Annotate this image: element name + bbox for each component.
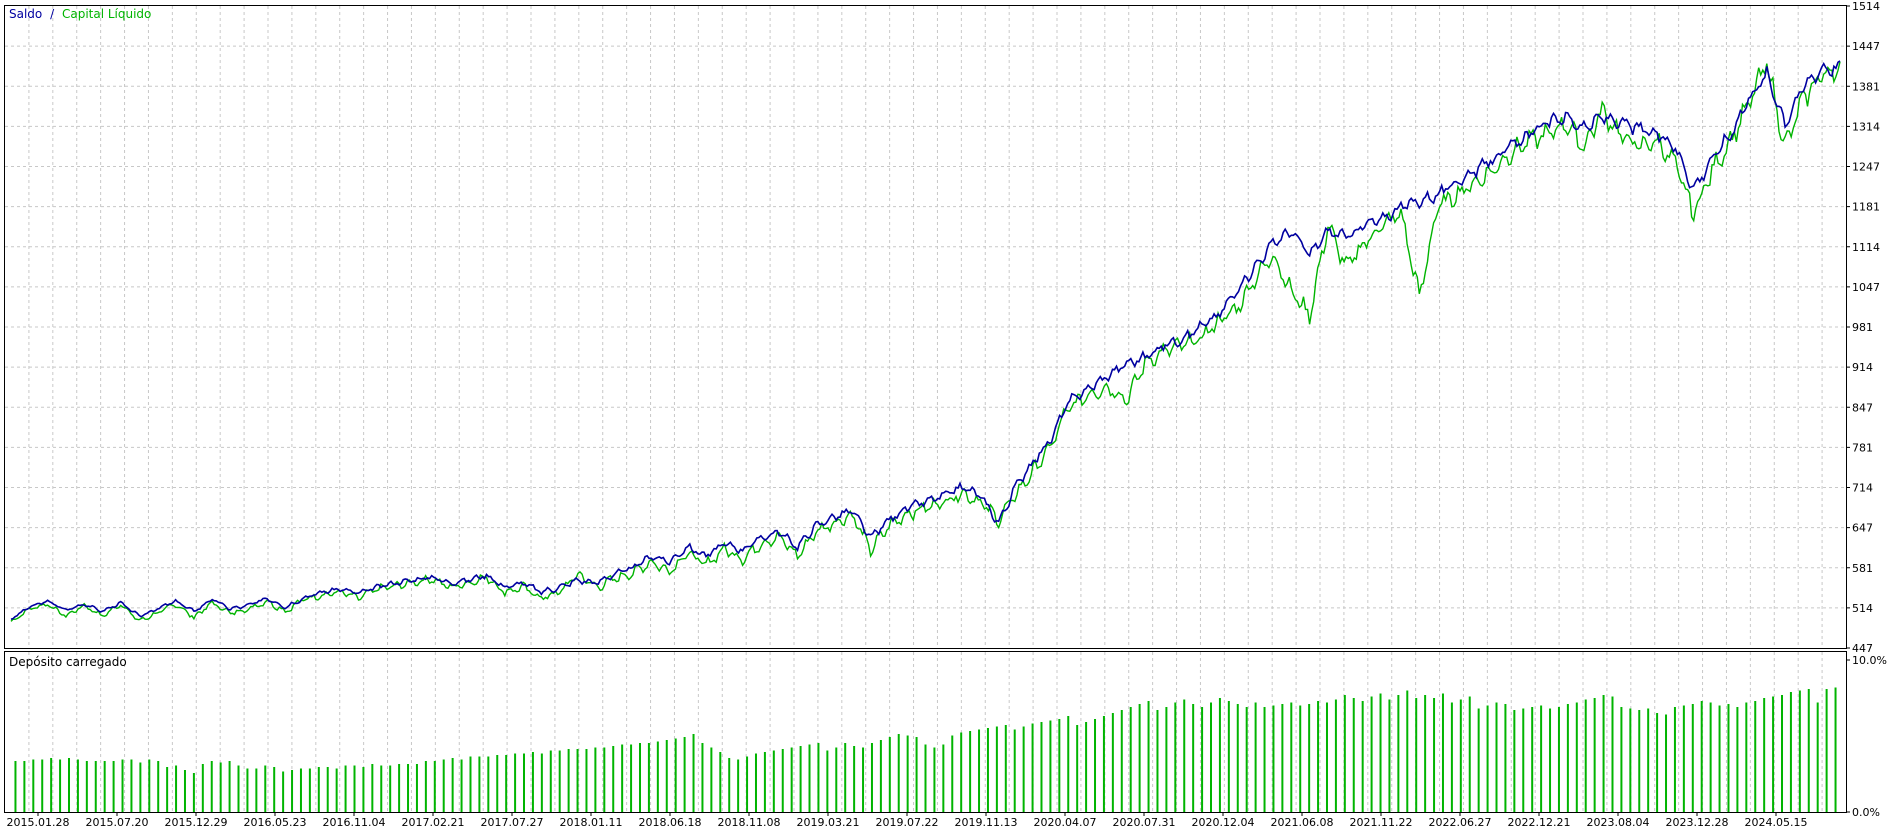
x-tick-label: 2020.12.04 bbox=[1192, 816, 1255, 828]
x-tick-label: 2022.06.27 bbox=[1429, 816, 1492, 828]
main-y-tick-label: 1314 bbox=[1852, 120, 1880, 133]
x-tick-label: 2023.12.28 bbox=[1666, 816, 1729, 828]
x-tick-label: 2018.01.11 bbox=[560, 816, 623, 828]
legend-separator: / bbox=[50, 7, 55, 21]
sub-y-tick-label: 10.0% bbox=[1852, 654, 1887, 667]
sub-y-axis: 10.0% 0.0% bbox=[1846, 654, 1887, 819]
main-y-tick-label: 781 bbox=[1852, 441, 1873, 454]
main-y-tick-label: 1047 bbox=[1852, 281, 1880, 294]
x-tick-label: 2016.11.04 bbox=[323, 816, 386, 828]
legend: Saldo / Capital Líquido bbox=[9, 7, 151, 21]
main-y-tick-label: 514 bbox=[1852, 602, 1873, 615]
main-y-tick-label: 847 bbox=[1852, 401, 1873, 414]
main-y-tick-label: 1514 bbox=[1852, 0, 1880, 13]
x-axis: 2015.01.28 2015.07.20 2015.12.29 2016.05.23… bbox=[7, 812, 1808, 828]
x-tick-label: 2024.05.15 bbox=[1745, 816, 1808, 828]
x-tick-label: 2019.11.13 bbox=[955, 816, 1018, 828]
main-y-axis: 1514 1447 1381 1314 1247 1181 1114 1047 981 914 84… bbox=[1846, 0, 1880, 655]
sub-panel-title: Depósito carregado bbox=[9, 655, 127, 669]
x-tick-label: 2021.11.22 bbox=[1350, 816, 1413, 828]
main-y-tick-label: 1114 bbox=[1852, 241, 1880, 254]
main-y-tick-label: 647 bbox=[1852, 522, 1873, 535]
x-tick-label: 2018.11.08 bbox=[718, 816, 781, 828]
x-tick-label: 2015.07.20 bbox=[86, 816, 149, 828]
x-tick-label: 2019.07.22 bbox=[876, 816, 939, 828]
main-y-tick-label: 581 bbox=[1852, 562, 1873, 575]
x-tick-label: 2020.07.31 bbox=[1113, 816, 1176, 828]
x-tick-label: 2017.02.21 bbox=[402, 816, 465, 828]
x-tick-label: 2023.08.04 bbox=[1587, 816, 1650, 828]
x-tick-label: 2017.07.27 bbox=[481, 816, 544, 828]
x-tick-label: 2015.12.29 bbox=[165, 816, 228, 828]
x-tick-label: 2021.06.08 bbox=[1271, 816, 1334, 828]
main-y-tick-label: 981 bbox=[1852, 321, 1873, 334]
x-tick-label: 2016.05.23 bbox=[244, 816, 307, 828]
main-y-tick-label: 714 bbox=[1852, 482, 1873, 495]
x-tick-label: 2015.01.28 bbox=[7, 816, 70, 828]
x-tick-label: 2020.04.07 bbox=[1034, 816, 1097, 828]
sub-y-tick-label: 0.0% bbox=[1852, 806, 1880, 819]
x-tick-label: 2018.06.18 bbox=[639, 816, 702, 828]
main-y-tick-label: 1247 bbox=[1852, 161, 1880, 174]
main-y-tick-label: 914 bbox=[1852, 361, 1873, 374]
legend-capital-liquido: Capital Líquido bbox=[62, 7, 151, 21]
main-y-tick-label: 1447 bbox=[1852, 40, 1880, 53]
main-y-tick-label: 1181 bbox=[1852, 201, 1880, 214]
backtest-chart: 1514 1447 1381 1314 1247 1181 1114 1047 981 914 84… bbox=[4, 0, 1887, 828]
x-tick-label: 2022.12.21 bbox=[1508, 816, 1571, 828]
legend-saldo: Saldo bbox=[9, 7, 42, 21]
x-tick-label: 2019.03.21 bbox=[797, 816, 860, 828]
main-y-tick-label: 1381 bbox=[1852, 80, 1880, 93]
